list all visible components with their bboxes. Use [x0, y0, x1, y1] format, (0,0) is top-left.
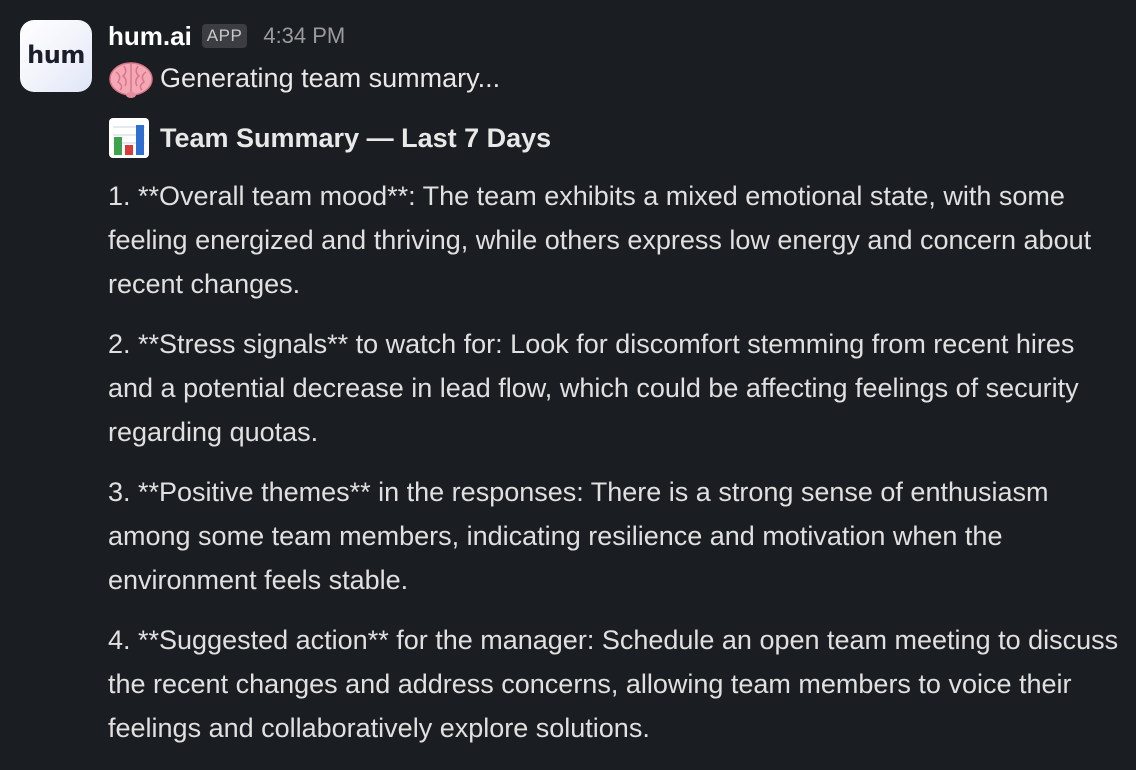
summary-list: 1. **Overall team mood**: The team exhib… [108, 174, 1128, 750]
list-item: 3. **Positive themes** in the responses:… [108, 477, 1049, 595]
bar-chart-icon [109, 118, 149, 158]
avatar[interactable]: hum [20, 20, 92, 92]
message-header: hum.ai APP 4:34 PM [108, 16, 1128, 56]
list-item: 1. **Overall team mood**: The team exhib… [108, 181, 1092, 299]
brain-icon [109, 62, 153, 98]
app-badge: APP [201, 24, 248, 48]
summary-title-line: Team Summary — Last 7 Days [108, 116, 1128, 160]
message-content: hum.ai APP 4:34 PM Generating team summa… [108, 16, 1128, 766]
status-text: Generating team summary... [160, 62, 501, 93]
sender-name[interactable]: hum.ai [108, 21, 192, 52]
avatar-logo-text: hum [27, 41, 85, 69]
message: hum hum.ai APP 4:34 PM Generating team s… [0, 0, 1136, 770]
status-line: Generating team summary... [108, 56, 1128, 100]
timestamp[interactable]: 4:34 PM [263, 23, 345, 49]
list-item: 2. **Stress signals** to watch for: Look… [108, 329, 1079, 447]
summary-title: Team Summary — Last 7 Days [160, 122, 552, 153]
list-item: 4. **Suggested action** for the manager:… [108, 625, 1119, 743]
